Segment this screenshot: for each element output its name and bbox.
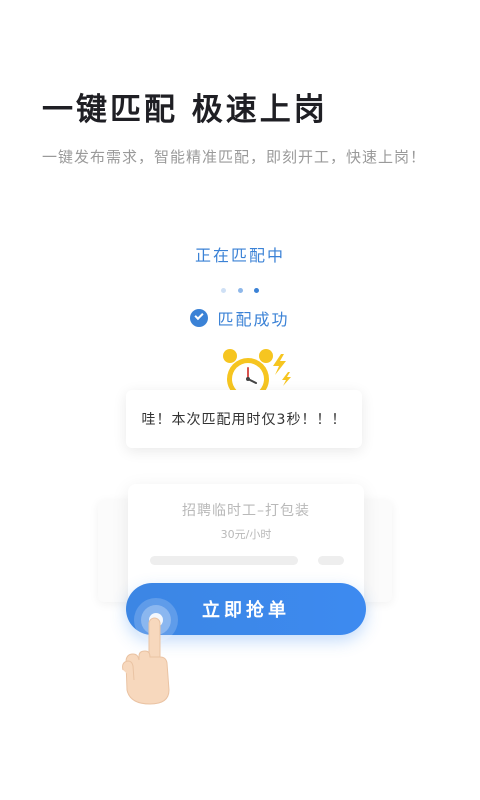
loading-dot xyxy=(221,288,227,293)
tap-hand-icon xyxy=(122,617,170,705)
job-salary: 30元/小时 xyxy=(220,528,272,541)
loading-dot xyxy=(253,288,259,293)
result-bubble-text: 哇！本次匹配用时仅3秒！！！ xyxy=(141,412,347,428)
result-bubble: 哇！本次匹配用时仅3秒！！！ xyxy=(126,390,362,448)
match-success-label: 匹配成功 xyxy=(217,310,290,329)
matching-status: 正在匹配中 xyxy=(194,246,285,265)
page-title: 一键匹配 极速上岗 xyxy=(42,92,328,128)
loading-dot xyxy=(237,288,243,293)
placeholder-bar xyxy=(150,556,298,565)
check-circle-icon xyxy=(190,309,209,327)
page-subtitle: 一键发布需求，智能精准匹配，即刻开工，快速上岗！ xyxy=(42,148,427,166)
placeholder-bar xyxy=(318,556,344,565)
lightning-icon xyxy=(273,354,291,386)
loading-dots xyxy=(0,278,480,297)
match-success: 匹配成功 xyxy=(0,306,480,330)
job-title: 招聘临时工–打包装 xyxy=(182,503,310,519)
